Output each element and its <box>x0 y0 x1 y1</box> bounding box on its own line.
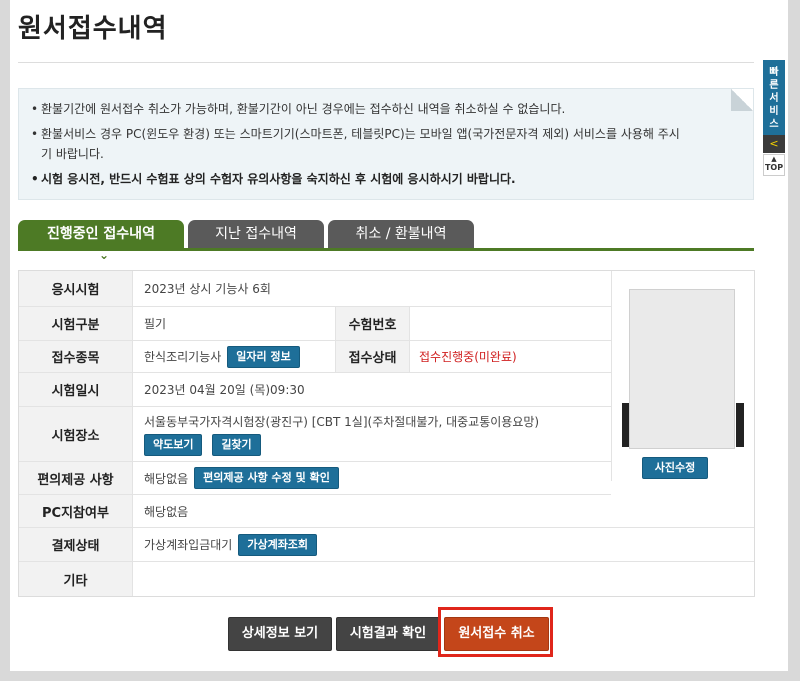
notice-list: 환불기간에 원서접수 취소가 가능하며, 환불기간이 아닌 경우에는 접수하신 … <box>19 89 753 189</box>
row-label: 기타 <box>19 562 133 596</box>
row-label: 시험구분 <box>19 307 133 340</box>
row-value <box>132 562 754 596</box>
status-value: 접수진행중(미완료) <box>419 350 517 364</box>
row-label: 응시시험 <box>19 271 133 306</box>
page: 원서접수내역 환불기간에 원서접수 취소가 가능하며, 환불기간이 아닌 경우에… <box>10 0 788 671</box>
table-row: 응시시험 2023년 상시 기능사 6회 <box>19 271 611 307</box>
notice-box: 환불기간에 원서접수 취소가 가능하며, 환불기간이 아닌 경우에는 접수하신 … <box>18 88 754 200</box>
view-details-button[interactable]: 상세정보 보기 <box>228 617 332 651</box>
chevron-down-icon: ⌄ <box>99 248 110 262</box>
row-value: 해당없음 <box>144 504 189 519</box>
table-row: PC지참여부 해당없음 <box>19 495 754 528</box>
notice-item: 시험 응시전, 반드시 수험표 상의 수험자 유의사항을 숙지하신 후 시험에 … <box>31 169 753 189</box>
applicant-photo <box>629 289 735 449</box>
table-row: 편의제공 사항 해당없음 편의제공 사항 수정 및 확인 <box>19 462 611 495</box>
field-name: 한식조리기능사 <box>144 350 222 364</box>
scroll-top-button[interactable]: ▲ TOP <box>763 154 785 176</box>
table-row: 시험일시 2023년 04월 20일 (목)09:30 <box>19 373 611 407</box>
chevron-left-icon[interactable]: < <box>763 135 785 153</box>
tab-ongoing[interactable]: 진행중인 접수내역 <box>18 220 184 248</box>
table-row: 접수종목 한식조리기능사 일자리 정보 접수상태 접수진행중(미완료) <box>19 341 611 373</box>
check-result-button[interactable]: 시험결과 확인 <box>336 617 440 651</box>
caret-up-icon: ▲ <box>771 155 777 163</box>
map-button[interactable]: 약도보기 <box>144 433 203 456</box>
job-info-button[interactable]: 일자리 정보 <box>227 345 300 368</box>
row-label: 결제상태 <box>19 528 133 561</box>
payment-value: 가상계좌입금대기 <box>144 538 233 552</box>
convenience-edit-button[interactable]: 편의제공 사항 수정 및 확인 <box>194 467 339 489</box>
row-value: 가상계좌입금대기 가상계좌조회 <box>132 528 754 561</box>
convenience-value: 해당없음 <box>144 471 189 486</box>
tab-bar: 진행중인 접수내역 지난 접수내역 취소 / 환불내역 <box>18 220 754 251</box>
action-buttons: 상세정보 보기 시험결과 확인 원서접수 취소 <box>10 617 788 653</box>
tab-cancel-refund[interactable]: 취소 / 환불내역 <box>328 220 474 248</box>
virtual-account-button[interactable]: 가상계좌조회 <box>238 533 318 556</box>
row-value: 한식조리기능사 일자리 정보 <box>132 341 335 372</box>
directions-button[interactable]: 길찾기 <box>212 433 261 456</box>
notice-item: 환불서비스 경우 PC(윈도우 환경) 또는 스마트기기(스마트폰, 테블릿PC… <box>31 124 681 164</box>
notice-item: 환불기간에 원서접수 취소가 가능하며, 환불기간이 아닌 경우에는 접수하신 … <box>31 99 753 119</box>
table-row: 결제상태 가상계좌입금대기 가상계좌조회 <box>19 528 754 562</box>
row-value: 필기 <box>144 317 167 331</box>
photo-section: 사진수정 <box>611 271 754 481</box>
row-label: 편의제공 사항 <box>19 462 133 494</box>
quick-service-label: 빠른서비스 <box>769 67 779 130</box>
top-label: TOP <box>764 163 784 172</box>
page-title: 원서접수내역 <box>18 14 168 44</box>
row-value: 2023년 04월 20일 (목)09:30 <box>144 383 305 397</box>
row-value <box>409 307 611 340</box>
highlight-box <box>438 607 553 657</box>
table-row: 시험구분 필기 수험번호 <box>19 307 611 341</box>
table-row: 시험장소 서울동부국가자격시험장(광진구) [CBT 1실](주차절대불가, 대… <box>19 407 611 462</box>
row-label: 수험번호 <box>335 307 410 340</box>
row-value: 서울동부국가자격시험장(광진구) [CBT 1실](주차절대불가, 대중교통이용… <box>132 407 611 461</box>
divider <box>18 62 754 63</box>
row-value: 2023년 상시 기능사 6회 <box>144 282 271 296</box>
row-label: 시험일시 <box>19 373 133 406</box>
row-value: 해당없음 편의제공 사항 수정 및 확인 <box>132 462 611 494</box>
location-buttons: 약도보기 길찾기 <box>144 433 261 456</box>
row-label: 접수상태 <box>335 341 410 372</box>
row-label: PC지참여부 <box>19 495 133 527</box>
row-label: 시험장소 <box>19 407 133 461</box>
application-info-table: 응시시험 2023년 상시 기능사 6회 시험구분 필기 수험번호 접수종목 한… <box>18 270 755 597</box>
location-text: 서울동부국가자격시험장(광진구) [CBT 1실](주차절대불가, 대중교통이용… <box>144 414 540 429</box>
photo-frame-right <box>736 403 744 447</box>
row-label: 접수종목 <box>19 341 133 372</box>
edit-photo-button[interactable]: 사진수정 <box>642 457 708 479</box>
tab-past[interactable]: 지난 접수내역 <box>188 220 324 248</box>
table-row: 기타 <box>19 562 754 596</box>
